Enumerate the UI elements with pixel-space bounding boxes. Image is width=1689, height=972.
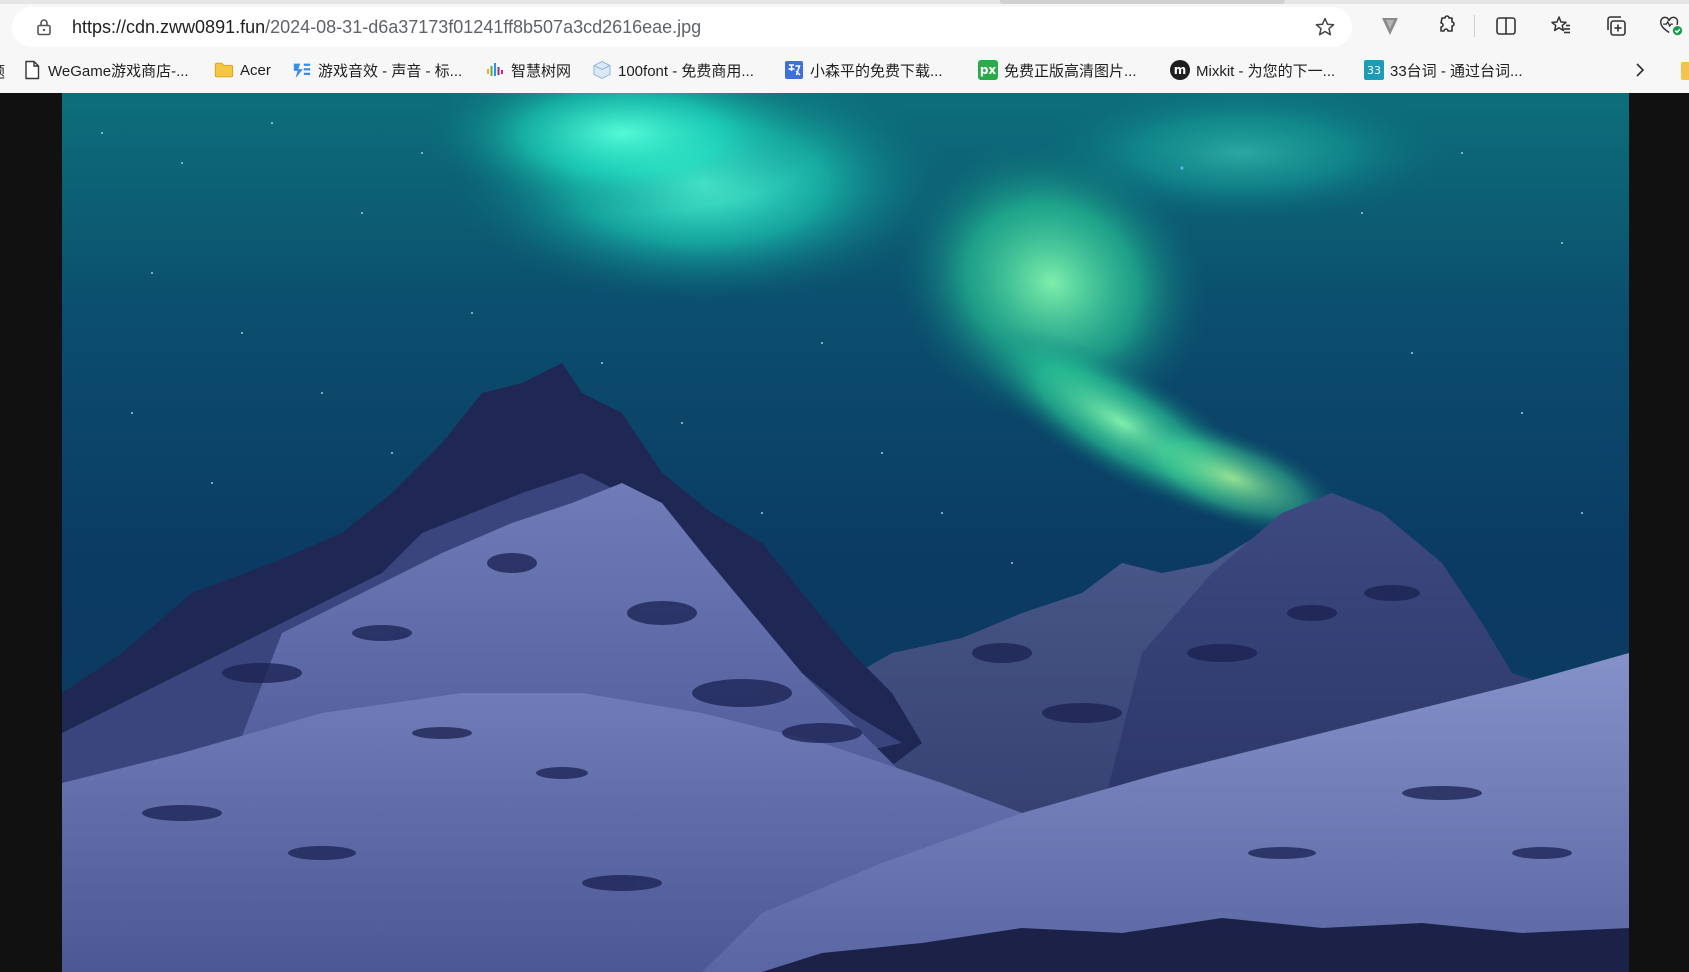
page-icon: [22, 60, 42, 80]
bookmark-mixkit[interactable]: m Mixkit - 为您的下一...: [1170, 56, 1335, 84]
zhihuishu-icon: [485, 60, 505, 80]
active-tab-edge[interactable]: [1000, 0, 1285, 4]
bookmark-label: 小森平的免费下载...: [810, 62, 943, 80]
url-path: /2024-08-31-d6a37173f01241ff8b507a3cd261…: [265, 17, 702, 37]
bookmark-label: Acer: [240, 61, 271, 79]
clipped-bookmark-folder-icon[interactable]: [1681, 62, 1689, 80]
clipped-bookmark-label: 题: [0, 61, 5, 82]
bookmark-kosenhei[interactable]: 小森平的免费下载...: [784, 56, 943, 84]
sound-logo-icon: [292, 60, 312, 80]
tab-strip: [0, 0, 1689, 4]
bookmark-wegame[interactable]: WeGame游戏商店-...: [22, 56, 189, 84]
px-icon-text: px: [979, 63, 997, 77]
bookmark-zhihuishu[interactable]: 智慧树网: [485, 56, 571, 84]
clipped-bookmark[interactable]: 题: [0, 60, 6, 82]
bookmark-label: WeGame游戏商店-...: [48, 62, 189, 80]
bookmarks-bar: 题 WeGame游戏商店-... Acer: [0, 52, 1689, 88]
folder-icon: [214, 60, 234, 80]
mixkit-icon: m: [1170, 60, 1190, 80]
landscape-illustration: [62, 93, 1629, 972]
bookmark-game-sfx[interactable]: 游戏音效 - 声音 - 标...: [292, 56, 462, 84]
url-host: https://cdn.zww0891.fun: [72, 17, 266, 37]
bookmark-label: 100font - 免费商用...: [618, 62, 754, 80]
bookmark-33taici[interactable]: 33 33台词 - 通过台词...: [1364, 56, 1523, 84]
aurora-mountain-image: [62, 93, 1629, 972]
favorites-icon[interactable]: [1548, 13, 1574, 39]
33-icon: 33: [1364, 60, 1384, 80]
split-screen-icon[interactable]: [1493, 13, 1519, 39]
px-icon: px: [978, 60, 998, 80]
bookmark-pexels[interactable]: px 免费正版高清图片...: [978, 56, 1137, 84]
kosenhei-icon: [784, 60, 804, 80]
address-bar[interactable]: https://cdn.zww0891.fun/2024-08-31-d6a37…: [12, 7, 1352, 47]
bookmark-label: Mixkit - 为您的下一...: [1196, 62, 1336, 80]
collections-icon[interactable]: [1603, 13, 1629, 39]
33-icon-text: 33: [1367, 63, 1381, 77]
extensions-icon[interactable]: [1432, 13, 1458, 39]
star-icon[interactable]: [1314, 16, 1336, 38]
lock-icon[interactable]: [34, 17, 54, 37]
vpn-extension-icon[interactable]: [1377, 13, 1403, 39]
bookmark-100font[interactable]: 100font - 免费商用...: [592, 56, 754, 84]
mixkit-icon-text: m: [1173, 63, 1187, 77]
toolbar-separator: [1474, 15, 1475, 37]
chevron-right-icon[interactable]: [1628, 58, 1652, 82]
bookmark-label: 33台词 - 通过台词...: [1390, 62, 1523, 80]
bookmark-acer[interactable]: Acer: [214, 56, 271, 84]
image-viewer: [0, 93, 1689, 972]
browser-essentials-icon[interactable]: [1658, 13, 1684, 39]
browser-chrome: https://cdn.zww0891.fun/2024-08-31-d6a37…: [0, 0, 1689, 93]
bookmark-label: 免费正版高清图片...: [1004, 62, 1137, 80]
bookmark-label: 游戏音效 - 声音 - 标...: [318, 62, 463, 80]
100font-icon: [592, 60, 612, 80]
url-text[interactable]: https://cdn.zww0891.fun/2024-08-31-d6a37…: [72, 17, 701, 38]
bookmark-label: 智慧树网: [511, 62, 572, 80]
